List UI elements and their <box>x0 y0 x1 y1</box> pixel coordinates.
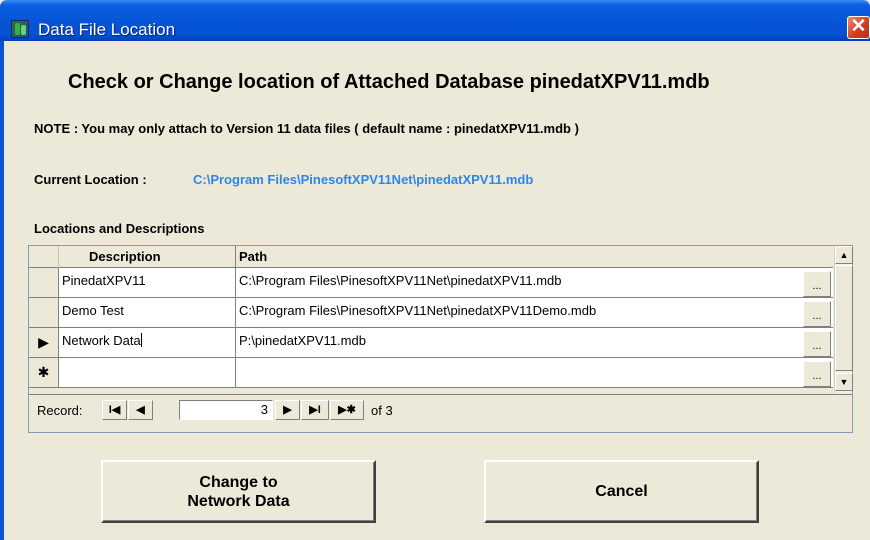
browse-button[interactable]: ... <box>803 271 831 297</box>
text-caret <box>140 333 142 347</box>
column-header-description[interactable]: Description <box>89 249 161 264</box>
current-location-value: C:\Program Files\PinesoftXPV11Net\pineda… <box>193 172 534 187</box>
last-record-button[interactable]: ▶I <box>301 400 329 420</box>
locations-label: Locations and Descriptions <box>34 221 205 236</box>
change-to-network-data-button[interactable]: Change to Network Data <box>101 460 376 523</box>
table-row: Demo Test C:\Program Files\PinesoftXPV11… <box>29 298 833 328</box>
change-button-line1: Change to <box>199 473 278 491</box>
title-bar: Data File Location ✕ <box>0 0 870 41</box>
new-record-indicator[interactable]: ✱ <box>29 358 59 388</box>
current-location-label: Current Location : <box>34 172 147 187</box>
window-frame-left <box>0 41 4 540</box>
path-cell[interactable]: C:\Program Files\PinesoftXPV11Net\pineda… <box>236 298 833 328</box>
header-selector <box>29 246 59 268</box>
scroll-down-button[interactable]: ▼ <box>835 373 853 391</box>
cancel-button-label: Cancel <box>595 483 648 500</box>
path-cell[interactable]: P:\pinedatXPV11.mdb <box>236 328 833 358</box>
browse-button[interactable]: ... <box>803 361 831 387</box>
description-text: Network Data <box>62 333 141 348</box>
vertical-scrollbar[interactable]: ▲ ▼ <box>834 246 853 393</box>
browse-button[interactable]: ... <box>803 331 831 357</box>
description-cell[interactable]: Demo Test <box>59 298 236 328</box>
cancel-button[interactable]: Cancel <box>484 460 759 523</box>
record-count: of 3 <box>371 403 393 418</box>
scroll-up-button[interactable]: ▲ <box>835 246 853 264</box>
new-record-button[interactable]: ▶✱ <box>330 400 364 420</box>
scroll-thumb[interactable] <box>835 265 853 371</box>
app-icon <box>11 20 29 38</box>
current-record-indicator[interactable]: ▶ <box>29 328 59 358</box>
window-title: Data File Location <box>38 20 176 39</box>
table-row-current: ▶ Network Data P:\pinedatXPV11.mdb ... <box>29 328 833 358</box>
path-cell[interactable] <box>236 358 833 388</box>
record-number-input[interactable]: 3 <box>179 400 273 420</box>
version-note: NOTE : You may only attach to Version 11… <box>34 121 579 136</box>
row-selector[interactable] <box>29 298 59 328</box>
change-button-line2: Network Data <box>187 492 290 510</box>
first-record-button[interactable]: I◀ <box>102 400 127 420</box>
path-cell[interactable]: C:\Program Files\PinesoftXPV11Net\pineda… <box>236 268 833 298</box>
browse-button[interactable]: ... <box>803 301 831 327</box>
close-button[interactable]: ✕ <box>847 16 870 39</box>
record-label: Record: <box>37 403 83 418</box>
description-cell[interactable]: Network Data <box>59 328 236 358</box>
record-navigation-bar: Record: I◀ ◀ 3 ▶ ▶I ▶✱ of 3 <box>29 394 852 432</box>
table-row-new: ✱ ... <box>29 358 833 388</box>
row-selector[interactable] <box>29 268 59 298</box>
dialog-heading: Check or Change location of Attached Dat… <box>68 71 710 93</box>
description-cell[interactable] <box>59 358 236 388</box>
grid-header: Description Path <box>29 246 833 268</box>
previous-record-button[interactable]: ◀ <box>128 400 153 420</box>
next-record-button[interactable]: ▶ <box>275 400 300 420</box>
locations-grid: Description Path PinedatXPV11 C:\Program… <box>28 245 853 433</box>
description-cell[interactable]: PinedatXPV11 <box>59 268 236 298</box>
table-row: PinedatXPV11 C:\Program Files\PinesoftXP… <box>29 268 833 298</box>
column-header-path[interactable]: Path <box>239 249 267 264</box>
